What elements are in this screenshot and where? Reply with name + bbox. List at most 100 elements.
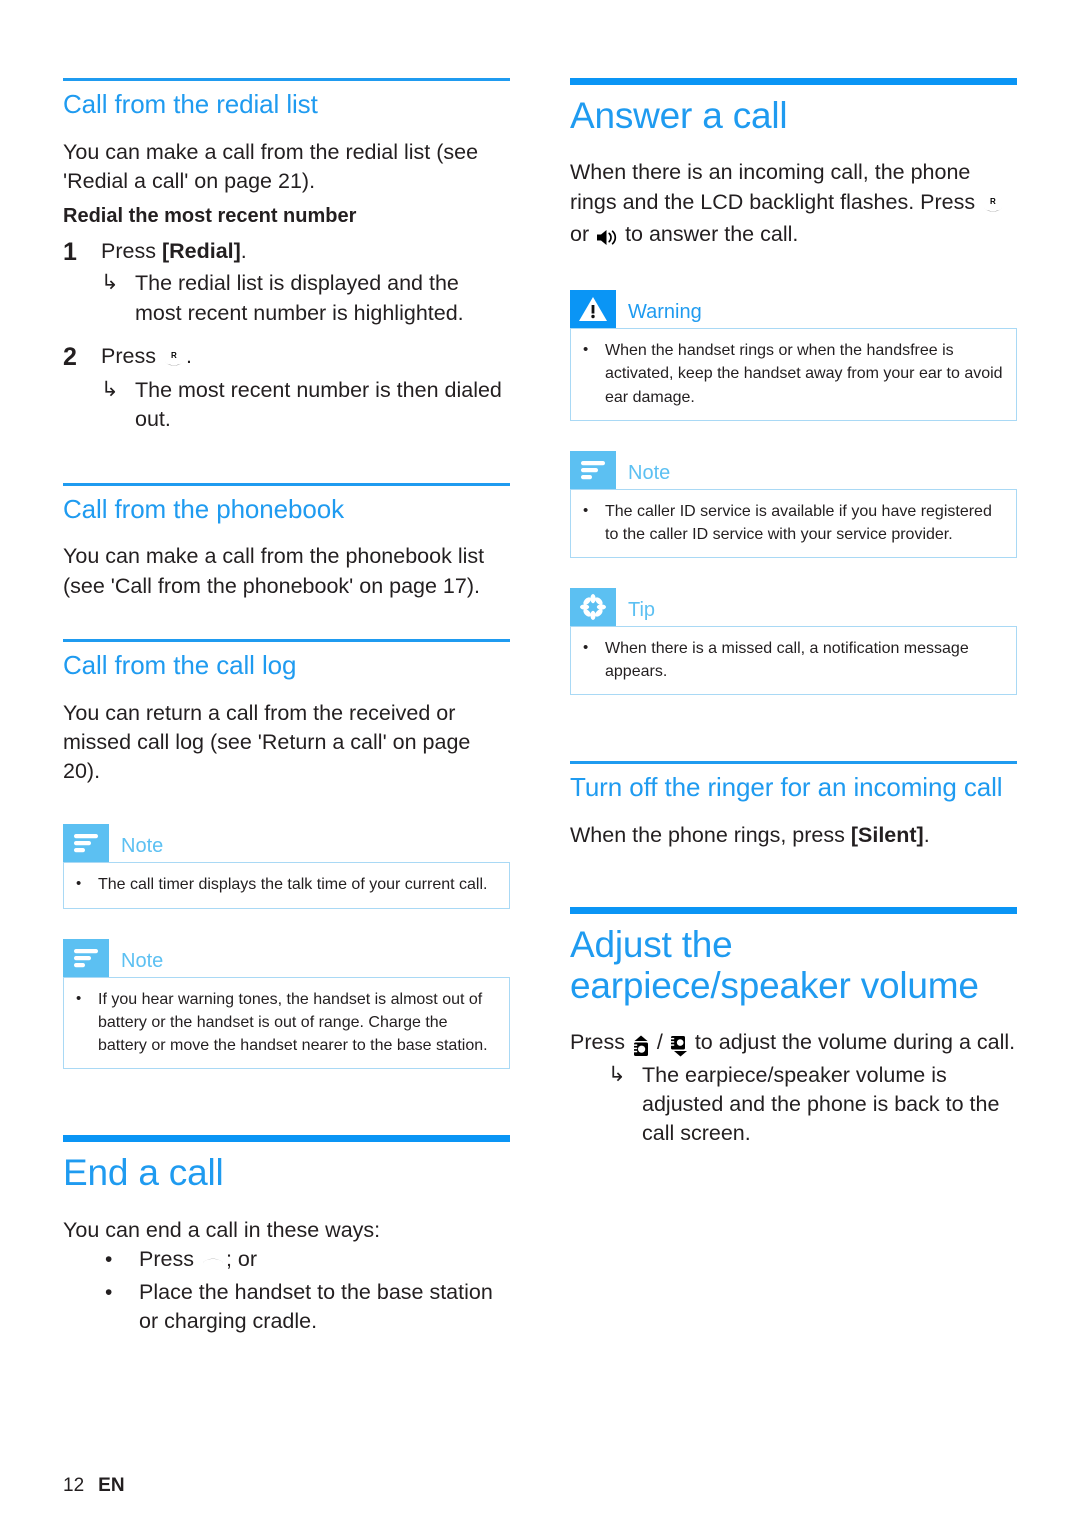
redial-intro-line2: 'Redial a call' on page 21). (63, 169, 316, 194)
manual-page: Call from the redial list You can make a… (0, 0, 1080, 1527)
list-item-lead: Press (139, 1246, 200, 1271)
right-column: Answer a call When there is an incoming … (570, 78, 1017, 1148)
ringer-softkey-label: [Silent] (850, 823, 924, 848)
hangup-key-icon (200, 1248, 226, 1277)
call-key-icon: R (981, 191, 1005, 220)
ringer-body-lead: When the phone rings, press (570, 823, 851, 848)
page-footer: 12 EN (63, 1475, 125, 1497)
list-item-tail: ; or (225, 1246, 258, 1271)
callout-body: • When the handset rings or when the han… (570, 328, 1017, 421)
bullet-dot-icon: • (583, 341, 589, 359)
list-item: • Place the handset to the base station … (105, 1278, 510, 1336)
note-icon (63, 824, 109, 863)
callout-bullet-item: • The call timer displays the talk time … (76, 873, 497, 896)
ringer-off-body: When the phone rings, press [Silent]. (570, 821, 1017, 850)
result-arrow-icon: ↳ (608, 1062, 626, 1086)
callout-bullet-item: • The caller ID service is available if … (583, 500, 1004, 546)
callout-bullet-text: When there is a missed call, a notificat… (605, 640, 969, 681)
step-number: 1 (63, 238, 77, 267)
heading-call-from-phonebook: Call from the phonebook (63, 493, 344, 524)
callout-body: • If you hear warning tones, the handset… (63, 976, 510, 1070)
volume-body-tail: to adjust the volume during a call. (688, 1030, 1016, 1055)
result-arrow-icon: ↳ (101, 378, 119, 402)
step-text-lead: Press (101, 343, 162, 368)
section-rule-major (570, 906, 1017, 914)
step-item: 1 Press [Redial]. (63, 237, 510, 267)
list-item: • Press ; or (105, 1245, 510, 1277)
callout-header: Note (63, 938, 510, 977)
step-text-lead: Press (101, 239, 162, 264)
section-answer-a-call: Answer a call When there is an incoming … (570, 78, 1017, 696)
volume-body: Press / to adjust the volume during a ca… (570, 1028, 1017, 1060)
section-call-from-call-log: Call from the call log You can return a … (63, 638, 510, 1070)
callout-note: Note • If you hear warning tones, the ha… (63, 938, 510, 1070)
callout-bullet-text: If you hear warning tones, the handset i… (98, 990, 488, 1055)
heading-adjust-volume: Adjust the earpiece/speaker volume (570, 923, 979, 1007)
heading-answer-a-call: Answer a call (570, 95, 788, 136)
svg-text:R: R (990, 197, 996, 206)
step-result: ↳ The most recent number is then dialed … (101, 376, 510, 434)
heading-call-from-redial-list: Call from the redial list (63, 89, 318, 119)
volume-body-lead: Press (570, 1030, 631, 1055)
section-turn-off-ringer: Turn off the ringer for an incoming call… (570, 761, 1017, 850)
callout-label: Note (628, 461, 671, 484)
warning-triangle-icon (570, 290, 616, 329)
step-text: Press R. (101, 342, 510, 374)
callout-bullet-item: • When the handset rings or when the han… (583, 339, 1004, 409)
note-icon (570, 450, 616, 489)
callout-body: • The caller ID service is available if … (570, 488, 1017, 559)
list-item-text: Place the handset to the base station or… (139, 1280, 493, 1334)
bullet-dot-icon: • (76, 989, 82, 1007)
section-rule-major (63, 1135, 510, 1143)
note-icon (63, 938, 109, 977)
result-text: The redial list is displayed and the mos… (135, 271, 464, 325)
volume-body-sep: / (650, 1030, 669, 1055)
callout-note: Note • The caller ID service is availabl… (570, 450, 1017, 559)
bullet-dot-icon: • (105, 1247, 113, 1271)
call-key-icon: R (162, 345, 186, 374)
tip-asterisk-icon (570, 588, 616, 627)
answer-body-part3: to answer the call. (619, 221, 799, 246)
callout-label: Tip (628, 599, 656, 622)
section-end-a-call: End a call You can end a call in these w… (63, 1135, 510, 1336)
callout-body: • When there is a missed call, a notific… (570, 626, 1017, 696)
left-column: Call from the redial list You can make a… (63, 78, 510, 1338)
callout-bullet-item: • If you hear warning tones, the handset… (76, 988, 497, 1058)
end-call-intro: You can end a call in these ways: (63, 1217, 381, 1242)
bullet-dot-icon: • (76, 875, 82, 893)
volume-down-icon (669, 1031, 689, 1060)
step-text-tail: . (240, 239, 247, 264)
section-rule (570, 761, 1017, 765)
callout-bullet-item: • When there is a missed call, a notific… (583, 637, 1004, 683)
callout-tip: Tip • When there is a missed call, a not… (570, 588, 1017, 696)
callout-body: • The call timer displays the talk time … (63, 862, 510, 909)
call-log-body: You can return a call from the received … (63, 700, 471, 784)
section-rule (63, 638, 510, 642)
section-rule (63, 482, 510, 486)
subheading-redial-most-recent: Redial the most recent number (63, 205, 357, 228)
heading-call-from-call-log: Call from the call log (63, 649, 297, 680)
step-softkey-label: [Redial] (161, 239, 241, 264)
callout-bullet-text: The call timer displays the talk time of… (98, 876, 488, 894)
callout-label: Note (121, 835, 164, 858)
callout-label: Warning (628, 301, 702, 324)
svg-text:R: R (171, 351, 177, 360)
callout-label: Note (121, 949, 164, 972)
bullet-dot-icon: • (583, 639, 589, 657)
end-call-bullet-list: • Press ; or • Place the handset to the … (63, 1245, 510, 1337)
ringer-body-tail: . (923, 823, 930, 848)
volume-result: ↳ The earpiece/speaker volume is adjuste… (608, 1061, 1017, 1149)
callout-header: Warning (570, 290, 1017, 329)
answer-body-part2: or (570, 221, 596, 246)
result-text: The most recent number is then dialed ou… (135, 378, 502, 432)
page-number: 12 (63, 1475, 85, 1496)
result-text: The earpiece/speaker volume is adjusted … (642, 1062, 1000, 1146)
section-rule (63, 78, 510, 81)
phonebook-body: You can make a call from the phonebook l… (63, 544, 485, 598)
heading-end-a-call: End a call (63, 1152, 224, 1194)
bullet-dot-icon: • (583, 501, 589, 519)
section-rule-major (570, 78, 1017, 85)
speaker-icon (595, 223, 619, 252)
answer-body-part1: When there is an incoming call, the phon… (570, 160, 982, 214)
volume-up-icon (631, 1031, 651, 1060)
